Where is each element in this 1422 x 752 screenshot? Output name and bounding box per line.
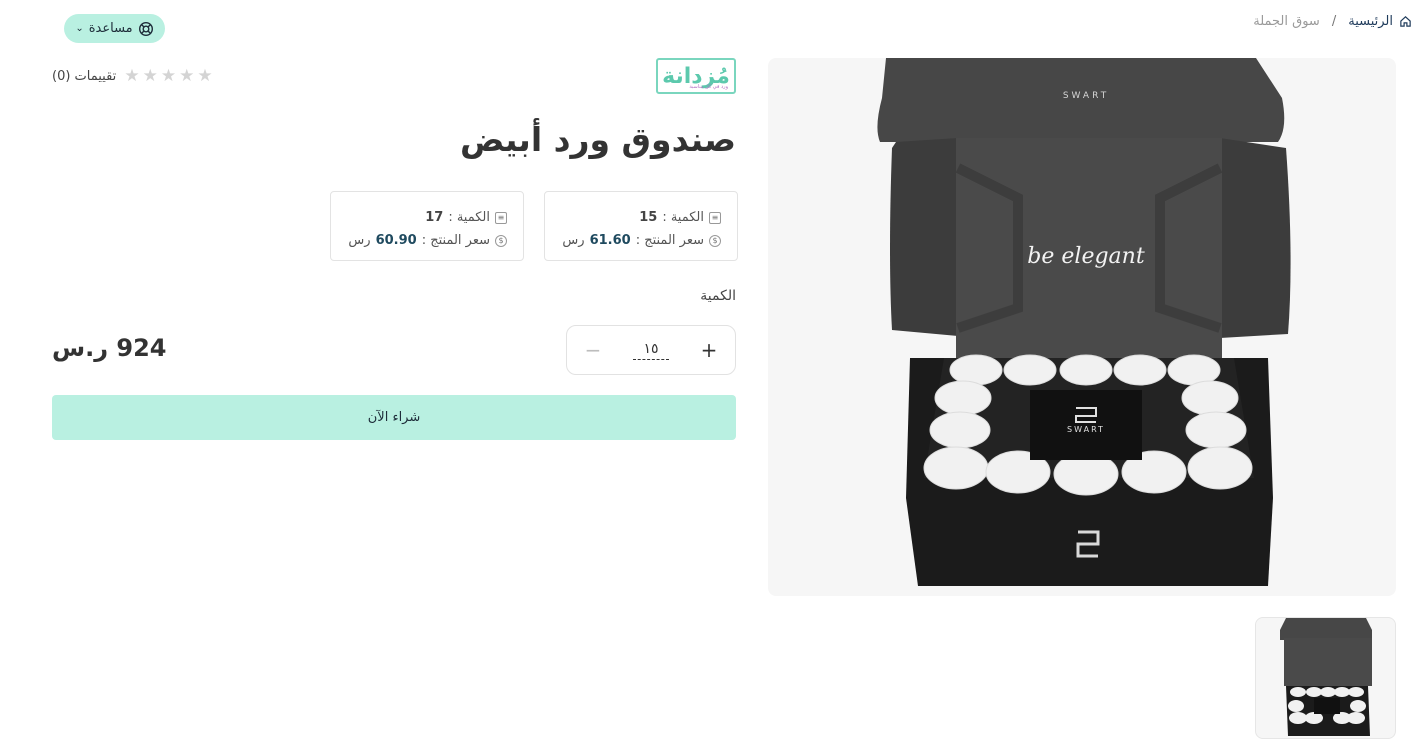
help-button[interactable]: مساعدة ⌄ (64, 14, 165, 43)
tier-price: 61.60 (589, 233, 631, 248)
tier-currency: رس (348, 233, 371, 248)
breadcrumb-separator: / (1331, 14, 1337, 29)
tier-qty: 15 (639, 210, 658, 225)
star-icon: ★ (124, 66, 140, 86)
tier-currency: رس (562, 233, 585, 248)
thumbnail-image (1280, 618, 1372, 736)
coin-icon: $ (495, 234, 507, 247)
decrease-button[interactable]: − (583, 338, 603, 362)
tier-price: 60.90 (375, 233, 417, 248)
stack-icon: ≡ (709, 211, 721, 224)
tier-qty-label: الكمية : (662, 210, 704, 225)
increase-button[interactable]: + (699, 338, 719, 362)
breadcrumb-current[interactable]: سوق الجملة (1253, 14, 1320, 29)
total-price: 924 ر.س (52, 334, 167, 362)
tier-price-label: سعر المنتج : (635, 233, 704, 248)
product-box-illustration: SWART be elegant SWART (877, 58, 1291, 586)
rating-stars: ★ ★ ★ ★ ★ (124, 66, 212, 86)
product-title: صندوق ورد أبيض (459, 120, 736, 159)
stack-icon: ≡ (495, 211, 507, 224)
brand-logo[interactable]: مُزدانة ورد في كل مناسبة (656, 58, 736, 94)
home-icon (1400, 16, 1411, 27)
quantity-input[interactable]: ١٥ (633, 341, 669, 360)
price-tier-2[interactable]: ≡ الكمية : 17 $ سعر المنتج : 60.90 رس (330, 191, 524, 261)
tier-price-label: سعر المنتج : (421, 233, 490, 248)
product-main-image[interactable]: SWART be elegant SWART (768, 58, 1396, 596)
brand-tagline: ورد في كل مناسبة (689, 84, 728, 90)
star-icon: ★ (160, 66, 177, 86)
star-icon: ★ (179, 66, 195, 86)
breadcrumb-home-label: الرئيسية (1348, 14, 1393, 29)
quantity-label: الكمية (700, 288, 736, 304)
tier-qty: 17 (425, 210, 444, 225)
tier-qty-label: الكمية : (448, 210, 490, 225)
star-icon: ★ (197, 66, 213, 86)
rating-count: (0) تقييمات (52, 68, 117, 84)
box-script-text: be elegant (1027, 244, 1145, 269)
price-tier-1[interactable]: ≡ الكمية : 15 $ سعر المنتج : 61.60 رس (544, 191, 738, 261)
product-thumbnail[interactable] (1255, 617, 1396, 739)
box-center-text: SWART (1067, 425, 1105, 434)
quantity-stepper: − ١٥ + (566, 325, 736, 375)
buy-now-button[interactable]: شراء الآن (52, 395, 736, 440)
rating[interactable]: ★ ★ ★ ★ ★ (0) تقييمات (52, 66, 213, 86)
box-lid-text: SWART (1063, 91, 1109, 101)
lifebuoy-icon (138, 21, 153, 36)
breadcrumb: الرئيسية / سوق الجملة (1253, 14, 1412, 29)
chevron-down-icon: ⌄ (75, 23, 84, 34)
coin-icon: $ (709, 234, 721, 247)
star-icon: ★ (142, 66, 158, 86)
breadcrumb-home[interactable]: الرئيسية (1348, 14, 1412, 29)
help-label: مساعدة (88, 21, 133, 36)
buy-now-label: شراء الآن (367, 410, 421, 425)
